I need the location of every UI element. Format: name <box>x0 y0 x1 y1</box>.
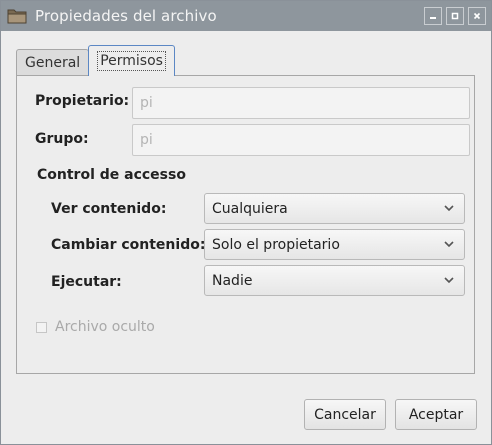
owner-label: Propietario: <box>35 93 130 109</box>
maximize-icon[interactable] <box>446 7 464 25</box>
access-control-heading: Control de accesso <box>37 167 186 183</box>
hidden-file-label: Archivo oculto <box>55 319 155 335</box>
window-controls <box>424 7 486 25</box>
chevron-down-icon <box>444 241 454 248</box>
view-content-value: Cualquiera <box>212 200 288 217</box>
view-content-select[interactable]: Cualquiera <box>204 193 465 224</box>
hidden-file-checkbox[interactable] <box>36 321 47 333</box>
change-content-label: Cambiar contenido: <box>51 237 206 253</box>
folder-icon <box>7 8 27 24</box>
tab-permissions-label: Permisos <box>97 51 166 71</box>
execute-select[interactable]: Nadie <box>204 265 465 296</box>
accept-button[interactable]: Aceptar <box>395 399 477 430</box>
execute-label: Ejecutar: <box>51 274 122 290</box>
titlebar[interactable]: Propiedades del archivo <box>1 1 491 31</box>
tab-general[interactable]: General <box>16 49 90 76</box>
close-icon[interactable] <box>468 7 486 25</box>
execute-value: Nadie <box>212 272 253 289</box>
tab-bar: General Permisos <box>16 45 175 76</box>
change-content-value: Solo el propietario <box>212 236 340 253</box>
group-field[interactable]: pi <box>132 124 470 156</box>
change-content-select[interactable]: Solo el propietario <box>204 229 465 260</box>
chevron-down-icon <box>444 277 454 284</box>
owner-field[interactable]: pi <box>132 87 470 119</box>
chevron-down-icon <box>444 205 454 212</box>
cancel-button[interactable]: Cancelar <box>304 399 386 430</box>
tab-general-label: General <box>25 55 81 71</box>
window-title: Propiedades del archivo <box>35 7 217 25</box>
view-content-label: Ver contenido: <box>51 201 167 217</box>
file-properties-window: Propiedades del archivo General Permisos… <box>0 0 492 445</box>
hidden-file-option[interactable]: Archivo oculto <box>36 319 155 335</box>
minimize-icon[interactable] <box>424 7 442 25</box>
group-label: Grupo: <box>35 131 89 147</box>
tab-permissions[interactable]: Permisos <box>88 45 175 76</box>
